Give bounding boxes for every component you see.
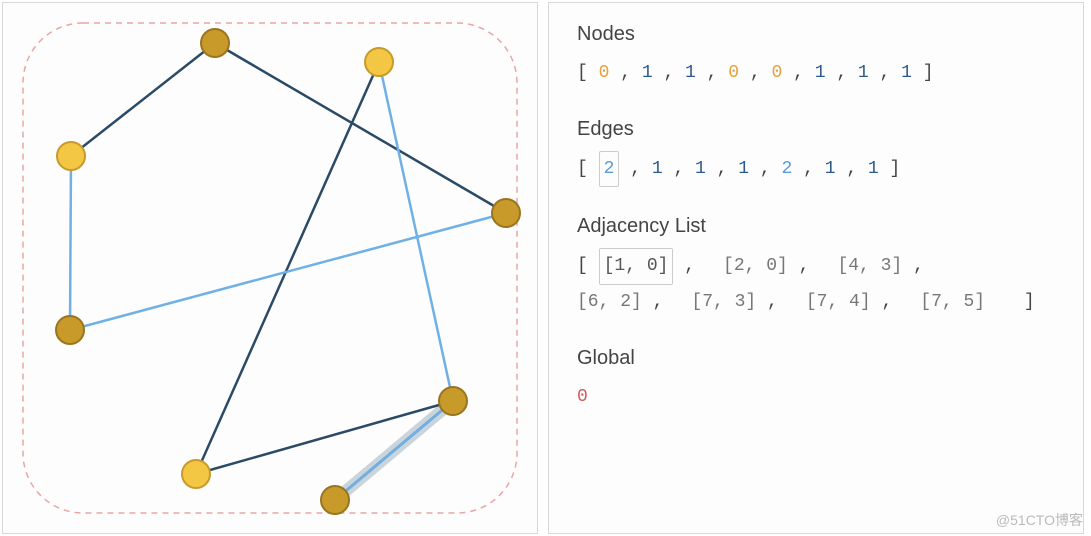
graph-node[interactable] [439,387,467,415]
graph-edge [71,43,215,156]
graph-svg [3,3,537,533]
global-value: 0 [577,380,1055,414]
adjacency-heading: Adjacency List [577,215,1055,238]
edges-heading: Edges [577,118,1055,141]
edges-array: [ 2 , 1 , 1 , 1 , 2 , 1 , 1 ] [577,151,1055,187]
graph-node[interactable] [365,48,393,76]
adjacency-section: Adjacency List [ [1, 0] ,[2, 0] ,[4, 3] … [577,215,1055,318]
adjacency-list: [ [1, 0] ,[2, 0] ,[4, 3] ,[6, 2] ,[7, 3]… [577,248,1055,318]
graph-panel [2,2,538,534]
graph-node[interactable] [56,316,84,344]
graph-node[interactable] [57,142,85,170]
graph-node[interactable] [321,486,349,514]
nodes-heading: Nodes [577,23,1055,46]
graph-edge [379,62,453,401]
graph-edge [215,43,506,213]
global-section: Global 0 [577,347,1055,414]
global-heading: Global [577,347,1055,370]
graph-node[interactable] [201,29,229,57]
data-panel: Nodes [ 0 , 1 , 1 , 0 , 0 , 1 , 1 , 1 ] … [548,2,1084,534]
nodes-array: [ 0 , 1 , 1 , 0 , 0 , 1 , 1 , 1 ] [577,56,1055,90]
nodes-section: Nodes [ 0 , 1 , 1 , 0 , 0 , 1 , 1 , 1 ] [577,23,1055,90]
edges-section: Edges [ 2 , 1 , 1 , 1 , 2 , 1 , 1 ] [577,118,1055,187]
graph-node[interactable] [492,199,520,227]
graph-node[interactable] [182,460,210,488]
graph-edge [70,156,71,330]
